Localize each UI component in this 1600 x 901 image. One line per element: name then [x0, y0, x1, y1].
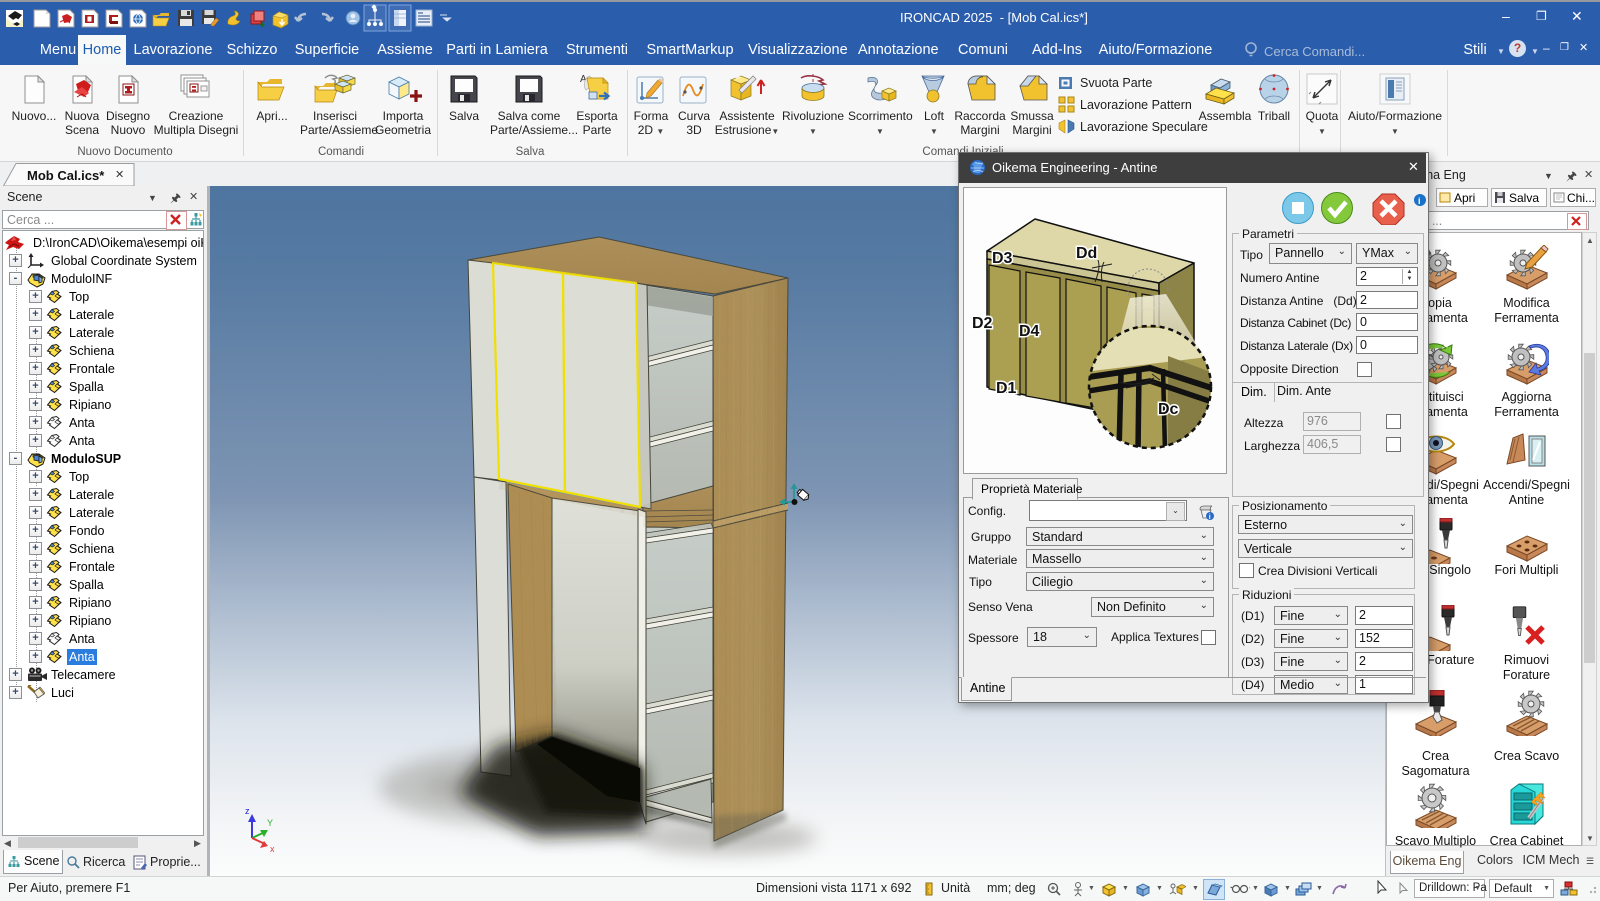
svg-text:i: i	[1209, 514, 1211, 521]
svg-text:D4: D4	[1019, 323, 1040, 340]
svg-text:i: i	[1418, 196, 1421, 206]
svg-text:D2: D2	[972, 315, 993, 332]
svg-text:Dc: Dc	[1158, 401, 1179, 418]
svg-text:D1: D1	[996, 380, 1017, 397]
svg-text:D3: D3	[992, 250, 1013, 267]
svg-text:Y: Y	[267, 818, 273, 828]
svg-text:z: z	[245, 806, 250, 816]
svg-text:x: x	[270, 844, 275, 854]
svg-text:Dd: Dd	[1076, 245, 1097, 262]
